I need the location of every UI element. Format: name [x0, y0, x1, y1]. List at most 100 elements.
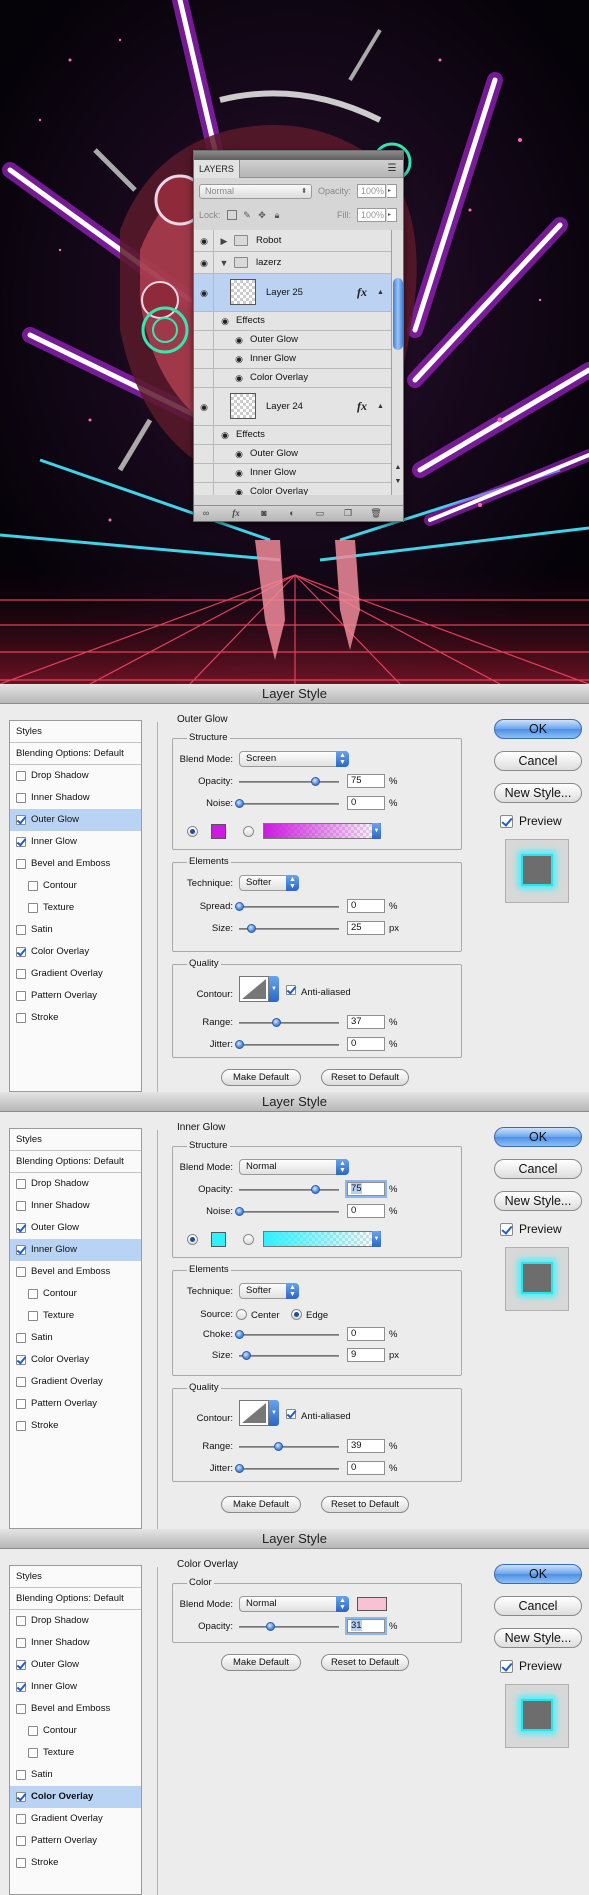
style-item-bevel-emboss[interactable]: Bevel and Emboss — [10, 1261, 141, 1283]
checkbox[interactable] — [16, 815, 26, 825]
new-style-button[interactable]: New Style... — [494, 783, 582, 803]
style-item-bevel-emboss[interactable]: Bevel and Emboss — [10, 853, 141, 875]
style-item-satin[interactable]: Satin — [10, 919, 141, 941]
style-item-drop-shadow[interactable]: Drop Shadow — [10, 1173, 141, 1195]
add-layer-style-icon[interactable]: fx — [230, 508, 242, 519]
style-item-outer-glow[interactable]: Outer Glow — [10, 1217, 141, 1239]
technique-select[interactable]: Softer ▲ ▼ — [239, 875, 299, 891]
checkbox[interactable] — [16, 1421, 26, 1431]
glow-gradient-picker[interactable]: ▼ — [263, 823, 381, 839]
effect-row-inner-glow[interactable]: ◉ Inner Glow — [194, 350, 391, 369]
style-item-stroke[interactable]: Stroke — [10, 1415, 141, 1437]
checkbox[interactable] — [28, 881, 38, 891]
cancel-button[interactable]: Cancel — [494, 1159, 582, 1179]
contour-dropdown-icon[interactable]: ▼ — [269, 976, 279, 1002]
style-item-satin[interactable]: Satin — [10, 1764, 141, 1786]
technique-select[interactable]: Softer ▲ ▼ — [239, 1283, 299, 1299]
styles-heading[interactable]: Styles — [10, 721, 141, 743]
style-item-gradient-overlay[interactable]: Gradient Overlay — [10, 1808, 141, 1830]
cancel-button[interactable]: Cancel — [494, 751, 582, 771]
range-field[interactable]: 39 — [347, 1439, 385, 1453]
panel-menu-icon[interactable]: ☰ — [385, 163, 399, 174]
visibility-eye-icon[interactable]: ◉ — [197, 257, 211, 269]
checkbox[interactable] — [16, 1814, 26, 1824]
checkbox[interactable] — [16, 1704, 26, 1714]
glow-color-swatch[interactable] — [211, 824, 226, 839]
choke-slider[interactable] — [235, 1330, 339, 1339]
ok-button[interactable]: OK — [494, 1127, 582, 1147]
new-style-button[interactable]: New Style... — [494, 1628, 582, 1648]
noise-slider[interactable] — [235, 1207, 339, 1216]
ok-button[interactable]: OK — [494, 719, 582, 739]
layer-row-robot[interactable]: ◉ ▶ Robot — [194, 230, 391, 252]
size-slider[interactable] — [239, 924, 339, 933]
style-item-color-overlay[interactable]: Color Overlay — [10, 1349, 141, 1371]
style-item-outer-glow[interactable]: Outer Glow — [10, 1654, 141, 1676]
slider-knob[interactable] — [311, 1185, 320, 1194]
style-item-stroke[interactable]: Stroke — [10, 1852, 141, 1874]
opacity-field[interactable]: 75 — [347, 1182, 385, 1196]
spread-slider[interactable] — [235, 902, 339, 911]
slider-knob[interactable] — [235, 1207, 244, 1216]
checkbox[interactable] — [28, 1726, 38, 1736]
checkbox[interactable] — [16, 793, 26, 803]
new-layer-icon[interactable]: ❐ — [342, 508, 354, 519]
style-item-pattern-overlay[interactable]: Pattern Overlay — [10, 985, 141, 1007]
solid-color-radio[interactable] — [187, 1234, 198, 1245]
style-item-color-overlay[interactable]: Color Overlay — [10, 941, 141, 963]
style-item-pattern-overlay[interactable]: Pattern Overlay — [10, 1393, 141, 1415]
noise-field[interactable]: 0 — [347, 796, 385, 810]
blend-mode-select[interactable]: Normal ▲ ▼ — [239, 1159, 349, 1175]
style-item-texture[interactable]: Texture — [10, 1742, 141, 1764]
layer-blend-mode-select[interactable]: Normal ⬍ — [199, 184, 312, 199]
slider-knob[interactable] — [266, 1622, 275, 1631]
opacity-field[interactable]: 75 — [347, 774, 385, 788]
checkbox[interactable] — [16, 1333, 26, 1343]
style-item-outer-glow[interactable]: Outer Glow — [10, 809, 141, 831]
size-slider[interactable] — [239, 1351, 339, 1360]
slider-knob[interactable] — [235, 1040, 244, 1049]
checkbox[interactable] — [16, 771, 26, 781]
expand-triangle-icon[interactable]: ▶ — [219, 236, 229, 246]
adjustment-layer-icon[interactable]: ◐ — [286, 508, 298, 519]
style-item-color-overlay[interactable]: Color Overlay — [10, 1786, 141, 1808]
visibility-eye-icon[interactable]: ◉ — [218, 315, 232, 327]
solid-color-radio[interactable] — [187, 826, 198, 837]
style-item-contour[interactable]: Contour — [10, 1720, 141, 1742]
style-item-contour[interactable]: Contour — [10, 1283, 141, 1305]
slider-knob[interactable] — [311, 777, 320, 786]
style-item-inner-glow[interactable]: Inner Glow — [10, 1676, 141, 1698]
visibility-eye-icon[interactable]: ◉ — [232, 486, 246, 495]
noise-field[interactable]: 0 — [347, 1204, 385, 1218]
visibility-eye-icon[interactable]: ◉ — [197, 401, 211, 413]
jitter-field[interactable]: 0 — [347, 1037, 385, 1051]
reset-to-default-button[interactable]: Reset to Default — [321, 1069, 409, 1086]
effects-row[interactable]: ◉ Effects — [194, 312, 391, 331]
opacity-field[interactable]: 31 — [347, 1619, 385, 1633]
preview-checkbox[interactable] — [500, 1223, 513, 1236]
lock-brush-icon[interactable]: ✎ — [242, 210, 252, 220]
fx-icon[interactable]: fx — [357, 399, 367, 414]
anti-aliased-checkbox[interactable] — [286, 1409, 296, 1419]
checkbox[interactable] — [16, 1377, 26, 1387]
checkbox[interactable] — [28, 903, 38, 913]
layer-fill-field[interactable]: 100% — [357, 208, 386, 222]
style-item-drop-shadow[interactable]: Drop Shadow — [10, 1610, 141, 1632]
gradient-radio[interactable] — [243, 826, 254, 837]
jitter-slider[interactable] — [235, 1040, 339, 1049]
make-default-button[interactable]: Make Default — [221, 1496, 301, 1513]
checkbox[interactable] — [28, 1311, 38, 1321]
style-item-stroke[interactable]: Stroke — [10, 1007, 141, 1029]
checkbox[interactable] — [16, 1013, 26, 1023]
checkbox[interactable] — [16, 1660, 26, 1670]
ok-button[interactable]: OK — [494, 1564, 582, 1584]
size-field[interactable]: 9 — [347, 1348, 385, 1362]
visibility-eye-icon[interactable]: ◉ — [232, 372, 246, 384]
cancel-button[interactable]: Cancel — [494, 1596, 582, 1616]
checkbox[interactable] — [16, 1836, 26, 1846]
slider-knob[interactable] — [235, 1464, 244, 1473]
style-item-pattern-overlay[interactable]: Pattern Overlay — [10, 1830, 141, 1852]
styles-heading[interactable]: Styles — [10, 1129, 141, 1151]
opacity-dropdown-arrow-icon[interactable]: ▸ — [387, 184, 397, 198]
layer-row-layer-25[interactable]: ◉ Layer 25 fx ▲ — [194, 274, 391, 312]
